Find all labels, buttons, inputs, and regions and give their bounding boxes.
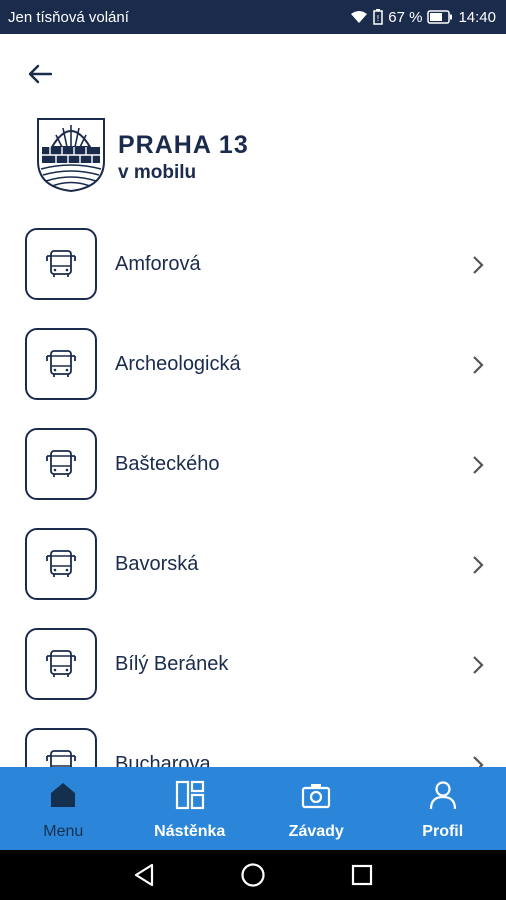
square-recents-icon	[351, 864, 372, 886]
arrow-left-icon	[28, 64, 53, 84]
carrier-text: Jen tísňová volání	[8, 8, 129, 26]
bus-icon	[25, 528, 97, 600]
list-item[interactable]: Amforová	[0, 215, 506, 315]
system-nav-bar	[0, 850, 506, 900]
list-item-label: Bašteckého	[115, 453, 220, 475]
clock: 14:40	[458, 8, 496, 26]
battery-percent: 67 %	[388, 8, 423, 26]
stop-list[interactable]: Amforová Archeologická Bašteckého Bavors…	[0, 215, 506, 767]
system-recents-button[interactable]	[347, 860, 377, 890]
camera-icon	[300, 779, 332, 811]
triangle-back-icon	[135, 863, 154, 887]
chevron-right-icon	[473, 356, 484, 374]
list-item-label: Amforová	[115, 253, 201, 275]
chevron-right-icon	[473, 756, 484, 767]
system-home-button[interactable]	[238, 860, 268, 890]
chevron-right-icon	[473, 556, 484, 574]
city-crest-logo	[36, 117, 106, 193]
bus-icon	[25, 428, 97, 500]
tab-nastenka[interactable]: Nástěnka	[127, 767, 254, 850]
list-item-label: Bílý Beránek	[115, 653, 229, 675]
chevron-right-icon	[473, 456, 484, 474]
list-item-label: Bucharova	[115, 753, 211, 767]
chevron-right-icon	[473, 256, 484, 274]
wifi-icon	[350, 10, 368, 24]
bus-icon	[25, 328, 97, 400]
brand-subtitle: v mobilu	[118, 162, 197, 183]
tab-label: Závady	[288, 823, 344, 840]
tab-label: Menu	[43, 823, 84, 840]
bus-icon	[25, 728, 97, 767]
home-icon	[47, 779, 79, 811]
battery-saver-icon: !	[373, 9, 383, 25]
list-item-label: Bavorská	[115, 553, 199, 575]
bottom-nav: Menu Nástěnka Závady Profil	[0, 767, 506, 850]
system-back-button[interactable]	[129, 860, 159, 890]
tab-zavady[interactable]: Závady	[253, 767, 380, 850]
tab-label: Profil	[422, 823, 464, 840]
list-item[interactable]: Bucharova	[0, 715, 506, 767]
dashboard-icon	[174, 779, 206, 811]
status-indicators: ! 67 % 14:40	[350, 9, 496, 26]
bus-icon	[25, 628, 97, 700]
tab-menu[interactable]: Menu	[0, 767, 127, 850]
list-item[interactable]: Bavorská	[0, 515, 506, 615]
tab-label: Nástěnka	[154, 823, 226, 840]
svg-text:!: !	[377, 14, 380, 23]
circle-home-icon	[241, 863, 265, 887]
brand: PRAHA 13 v mobilu	[118, 131, 249, 185]
tab-profil[interactable]: Profil	[380, 767, 506, 850]
back-button[interactable]	[22, 56, 58, 92]
chevron-right-icon	[473, 656, 484, 674]
list-item-label: Archeologická	[115, 353, 241, 375]
bus-icon	[25, 228, 97, 300]
user-icon	[427, 779, 459, 811]
list-item[interactable]: Bašteckého	[0, 415, 506, 515]
status-bar: Jen tísňová volání ! 67 % 14:40	[0, 0, 506, 34]
list-item[interactable]: Bílý Beránek	[0, 615, 506, 715]
brand-title: PRAHA 13	[118, 131, 249, 159]
battery-icon	[427, 10, 453, 24]
list-item[interactable]: Archeologická	[0, 315, 506, 415]
